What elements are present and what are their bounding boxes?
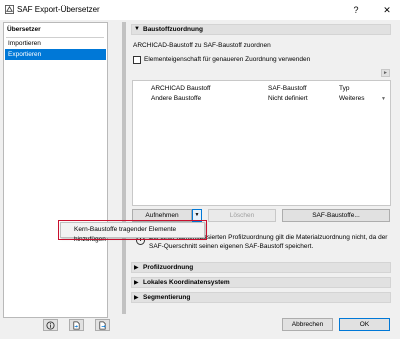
section-segmentierung[interactable]: ▶ Segmentierung [131, 292, 391, 303]
column-header-typ: Typ [339, 85, 350, 92]
file-import-icon [73, 321, 80, 330]
highlight-box [58, 220, 207, 240]
section-koordinatensystem[interactable]: ▶ Lokales Koordinatensystem [131, 277, 391, 288]
section-title: Segmentierung [143, 294, 191, 301]
sidebar: Übersetzer Importieren Exportieren [3, 22, 108, 318]
export-file-button[interactable] [95, 319, 110, 331]
help-button[interactable]: ? [349, 3, 363, 17]
chevron-down-icon: ▼ [134, 26, 140, 32]
element-property-checkbox[interactable] [133, 56, 141, 64]
section-title: Lokales Koordinatensystem [143, 279, 230, 286]
scroll-right-icon[interactable]: ► [381, 69, 390, 77]
saf-materials-button[interactable]: SAF-Baustoffe... [282, 209, 390, 222]
section-profilzuordnung[interactable]: ▶ Profilzuordnung [131, 262, 391, 273]
vertical-scrollbar[interactable] [122, 22, 126, 314]
column-header-archicad: ARCHICAD Baustoff [151, 85, 211, 92]
scroll-down-icon[interactable]: ▼ [381, 96, 389, 104]
sidebar-item-exportieren[interactable]: Exportieren [5, 49, 106, 60]
chevron-right-icon: ▶ [134, 295, 139, 301]
delete-button[interactable]: Löschen [208, 209, 276, 222]
table-cell: Andere Baustoffe [151, 95, 202, 102]
section-title: Profilzuordnung [143, 264, 194, 271]
column-header-saf: SAF-Baustoff [268, 85, 307, 92]
material-mapping-table: ARCHICAD Baustoff SAF-Baustoff Typ Ander… [132, 80, 391, 206]
section-baustoffzuordnung[interactable]: ▼ Baustoffzuordnung [131, 24, 391, 35]
app-icon [5, 5, 14, 14]
chevron-right-icon: ▶ [134, 280, 139, 286]
table-cell: Weiteres [339, 95, 365, 102]
table-row[interactable]: Andere Baustoffe Nicht definiert Weitere… [133, 94, 390, 104]
checkbox-label: Elementeigenschaft für genaueren Zuordnu… [144, 56, 311, 63]
cancel-button[interactable]: Abbrechen [282, 318, 333, 331]
section-subtitle: ARCHICAD-Baustoff zu SAF-Baustoff zuordn… [133, 42, 271, 49]
ok-button[interactable]: OK [339, 318, 390, 331]
table-cell: Nicht definiert [268, 95, 308, 102]
sidebar-heading: Übersetzer [7, 26, 41, 33]
window-title: SAF Export-Übersetzer [17, 5, 100, 14]
file-export-icon [99, 321, 106, 330]
close-button[interactable]: ✕ [380, 3, 394, 17]
import-file-button[interactable] [69, 319, 84, 331]
section-title: Baustoffzuordnung [143, 26, 203, 33]
info-footer-button[interactable] [43, 319, 58, 331]
info-icon [46, 321, 55, 330]
sidebar-item-importieren[interactable]: Importieren [5, 38, 106, 49]
chevron-right-icon: ▶ [134, 265, 139, 271]
